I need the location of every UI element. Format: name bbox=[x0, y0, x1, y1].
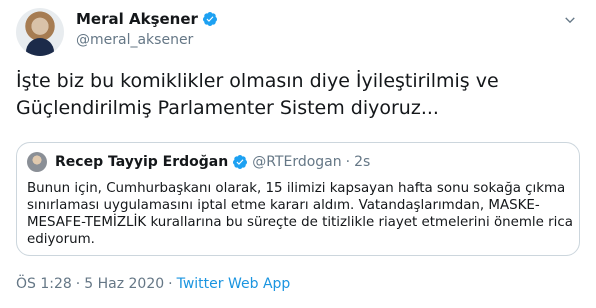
author-display-name[interactable]: Meral Akşener bbox=[76, 10, 198, 28]
quoted-author-avatar bbox=[27, 152, 47, 172]
quoted-tweet-header: Recep Tayyip Erdoğan @RTErdogan · 2s bbox=[27, 152, 370, 172]
quoted-tweet-text: Bunun için, Cumhurbaşkanı olarak, 15 ili… bbox=[27, 180, 575, 248]
quoted-author-name: Recep Tayyip Erdoğan bbox=[55, 154, 229, 170]
separator-dot: · bbox=[345, 154, 351, 170]
tweet-time[interactable]: ÖS 1:28 bbox=[16, 276, 72, 292]
separator-dot: · bbox=[168, 276, 173, 292]
author-name-row[interactable]: Meral Akşener bbox=[76, 10, 218, 28]
avatar-figure bbox=[26, 38, 54, 56]
quoted-timestamp: 2s bbox=[354, 154, 371, 170]
quoted-text-line: Bunun için, Cumhurbaşkanı olarak, 15 ili… bbox=[27, 181, 566, 196]
quoted-author-handle: @RTErdogan bbox=[252, 154, 342, 170]
tweet-meta: ÖS 1:28 · 5 Haz 2020 · Twitter Web App bbox=[16, 276, 290, 292]
quoted-text-line: sınırlaması uygulamasını iptal etme kara… bbox=[27, 198, 540, 213]
tweet-header: Meral Akşener @meral_aksener bbox=[16, 8, 580, 56]
verified-badge-icon bbox=[202, 12, 217, 26]
quoted-text-line: MESAFE-TEMİZLİK kurallarına bu süreçte d… bbox=[27, 215, 573, 230]
chevron-down-icon[interactable] bbox=[562, 12, 578, 28]
tweet-text-line: Güçlendirilmiş Parlamenter Sistem diyoru… bbox=[16, 97, 439, 119]
quoted-tweet[interactable]: Recep Tayyip Erdoğan @RTErdogan · 2s Bun… bbox=[16, 142, 580, 256]
tweet-date[interactable]: 5 Haz 2020 bbox=[84, 276, 164, 292]
author-handle[interactable]: @meral_aksener bbox=[76, 32, 193, 48]
author-avatar[interactable] bbox=[16, 8, 64, 56]
tweet-text: İşte biz bu komiklikler olmasın diye İyi… bbox=[16, 68, 582, 122]
tweet-text-line: İşte biz bu komiklikler olmasın diye İyi… bbox=[16, 70, 499, 92]
separator-dot: · bbox=[75, 276, 81, 292]
tweet-source-link[interactable]: Twitter Web App bbox=[177, 276, 291, 292]
verified-badge-icon bbox=[233, 155, 248, 169]
quoted-text-line: ediyorum. bbox=[27, 232, 95, 247]
